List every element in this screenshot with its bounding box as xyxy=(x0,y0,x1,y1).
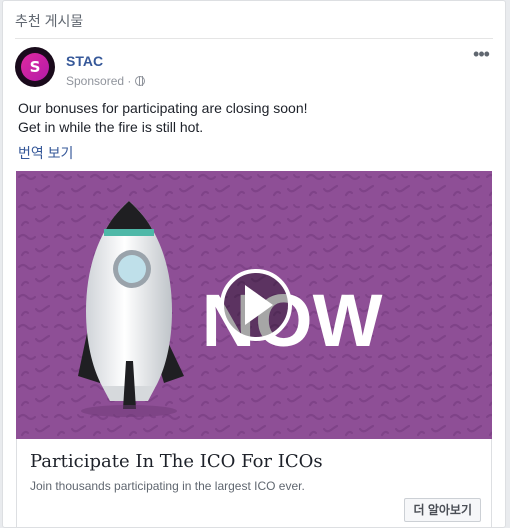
section-header: 추천 게시물 xyxy=(15,11,493,39)
avatar[interactable]: S xyxy=(15,47,55,87)
link-preview[interactable]: Participate In The ICO For ICOs Join tho… xyxy=(16,439,492,527)
post-text-line-2: Get in while the fire is still hot. xyxy=(18,119,204,135)
page-name-link[interactable]: STAC xyxy=(66,53,103,69)
link-title[interactable]: Participate In The ICO For ICOs xyxy=(30,451,323,472)
learn-more-button[interactable]: 더 알아보기 xyxy=(404,498,481,522)
see-translation-link[interactable]: 번역 보기 xyxy=(18,143,73,163)
more-options-button[interactable]: ••• xyxy=(469,45,493,67)
sponsored-label[interactable]: Sponsored · xyxy=(66,74,131,88)
post-meta: Sponsored · xyxy=(66,74,146,88)
video-frame: NOW xyxy=(16,171,492,439)
post-text-line-1: Our bonuses for participating are closin… xyxy=(18,100,308,116)
post-text: Our bonuses for participating are closin… xyxy=(18,99,491,137)
play-icon[interactable] xyxy=(220,269,292,341)
post-header: S STAC Sponsored · ••• xyxy=(15,45,493,91)
feed-card: 추천 게시물 S STAC Sponsored · ••• Our bonuse… xyxy=(2,0,506,528)
stac-logo-icon: S xyxy=(21,53,49,81)
section-title: 추천 게시물 xyxy=(15,13,84,29)
avatar-letter: S xyxy=(29,58,41,76)
video-media[interactable]: NOW xyxy=(16,171,492,439)
globe-icon xyxy=(135,76,146,86)
link-description: Join thousands participating in the larg… xyxy=(30,479,305,493)
